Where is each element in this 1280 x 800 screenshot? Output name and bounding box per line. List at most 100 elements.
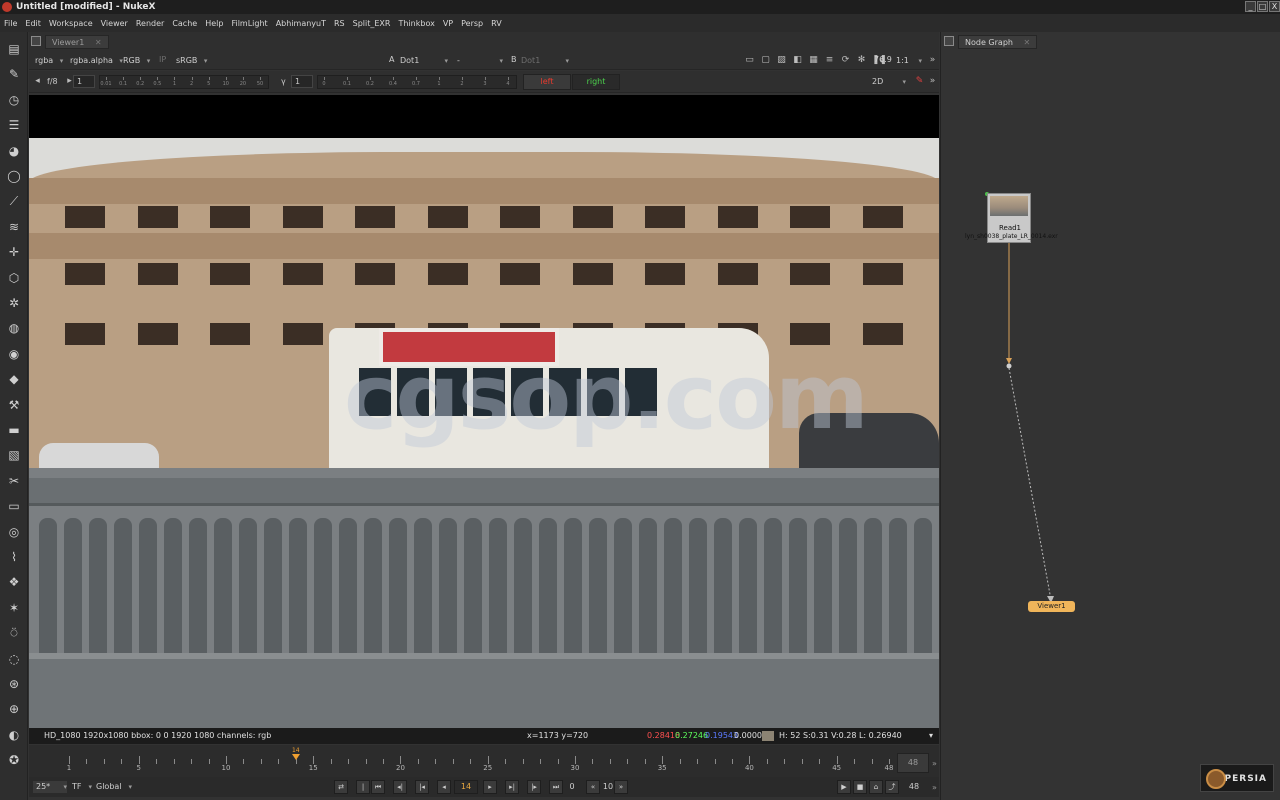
render-icon[interactable]: ≡: [824, 55, 835, 66]
right-eye-button[interactable]: right: [572, 74, 620, 90]
timeline[interactable]: 1 5 10 15 20 25 30 35 40 45 48 14 48 »: [29, 745, 939, 777]
expand-icon[interactable]: »: [927, 55, 938, 66]
merge-icon[interactable]: ≋: [5, 218, 23, 236]
expand-icon-2[interactable]: »: [927, 76, 938, 87]
close-button[interactable]: X: [1269, 1, 1280, 12]
next-keyframe-icon[interactable]: |▸: [527, 780, 541, 794]
display-select[interactable]: RGB: [123, 55, 151, 67]
draw-icon[interactable]: ✎: [5, 65, 23, 83]
b-input-select[interactable]: Dot1: [521, 55, 569, 67]
plugin-c-icon[interactable]: ⌇: [5, 548, 23, 566]
a-input-select[interactable]: Dot1: [400, 55, 448, 67]
increment-field[interactable]: 10: [601, 781, 615, 793]
plugin-f-icon[interactable]: ⍥: [5, 624, 23, 642]
minimize-button[interactable]: _: [1245, 1, 1256, 12]
timecode-select[interactable]: TF: [72, 781, 92, 793]
left-eye-button[interactable]: left: [523, 74, 571, 90]
fps-select[interactable]: 25*: [33, 781, 67, 793]
image-icon[interactable]: ▤: [5, 40, 23, 58]
views-icon[interactable]: ◉: [5, 345, 23, 363]
plugin-k-icon[interactable]: ✪: [5, 751, 23, 769]
channels-select[interactable]: rgba: [35, 55, 63, 67]
keyer-icon[interactable]: ⟋: [5, 192, 23, 210]
step-forward-icon[interactable]: »: [614, 780, 628, 794]
transform-icon[interactable]: ✛: [5, 243, 23, 261]
tab-viewer1[interactable]: Viewer1 ✕: [45, 35, 109, 49]
tab-node-graph[interactable]: Node Graph ✕: [958, 35, 1038, 49]
roi-icon[interactable]: ▭: [744, 55, 755, 66]
lock-icon[interactable]: ⌂: [869, 780, 883, 794]
ip-button[interactable]: IP: [159, 55, 166, 64]
plugin-b-icon[interactable]: ◎: [5, 523, 23, 541]
plugin-h-icon[interactable]: ⊛: [5, 675, 23, 693]
close-tab-icon-2[interactable]: ✕: [1024, 38, 1031, 47]
playhead-marker[interactable]: [291, 754, 300, 760]
first-frame-icon[interactable]: ⏮: [371, 780, 385, 794]
particles-icon[interactable]: ✲: [5, 294, 23, 312]
zoom-value[interactable]: 76.9: [874, 55, 892, 64]
channel-icon[interactable]: ☰: [5, 116, 23, 134]
timeline-expand-icon[interactable]: »: [932, 759, 937, 768]
deep-icon[interactable]: ◍: [5, 319, 23, 337]
in-point-icon[interactable]: |: [356, 780, 370, 794]
lut-select[interactable]: sRGB: [176, 55, 208, 67]
timeline-end-field[interactable]: 48: [897, 753, 929, 773]
panel-menu-icon[interactable]: [31, 36, 41, 46]
status-expand-icon[interactable]: ▾: [929, 728, 933, 744]
clipping-icon[interactable]: ◧: [792, 55, 803, 66]
safe-area-icon[interactable]: ▢: [760, 55, 771, 66]
stop-icon[interactable]: ■: [853, 780, 867, 794]
viewer-canvas[interactable]: cgsop.com: [29, 95, 939, 728]
furnace-icon[interactable]: ▧: [5, 446, 23, 464]
step-value[interactable]: 0: [567, 781, 577, 793]
view-mode-select[interactable]: 2D: [872, 76, 906, 88]
export-icon[interactable]: ⤴: [885, 780, 899, 794]
fstop-left-arrow-icon[interactable]: ◂: [32, 76, 43, 87]
ratio-select[interactable]: 1:1: [896, 55, 922, 67]
menu-render[interactable]: Render: [136, 19, 164, 28]
other-icon[interactable]: ▬: [5, 421, 23, 439]
step-back-icon[interactable]: «: [586, 780, 600, 794]
gain-input[interactable]: 1: [73, 75, 95, 88]
menu-cache[interactable]: Cache: [172, 19, 197, 28]
current-frame-field[interactable]: 14: [454, 780, 478, 794]
play-backward-icon[interactable]: ◂: [437, 780, 451, 794]
loop-mode-icon[interactable]: ⇄: [334, 780, 348, 794]
gamma-input[interactable]: 1: [291, 75, 313, 88]
filter-icon[interactable]: ◯: [5, 167, 23, 185]
end-frame-field[interactable]: 48: [903, 781, 925, 793]
menu-rv[interactable]: RV: [491, 19, 502, 28]
metadata-icon[interactable]: ◆: [5, 370, 23, 388]
timeline-ruler[interactable]: 1 5 10 15 20 25 30 35 40 45 48 14: [64, 747, 894, 772]
plugin-i-icon[interactable]: ⊕: [5, 700, 23, 718]
gear-icon[interactable]: ✻: [856, 55, 867, 66]
menu-persp[interactable]: Persp: [461, 19, 483, 28]
plugin-e-icon[interactable]: ✶: [5, 599, 23, 617]
menu-abhimanyut[interactable]: AbhimanyuT: [276, 19, 326, 28]
play-forward-icon[interactable]: ▸: [483, 780, 497, 794]
menu-workspace[interactable]: Workspace: [49, 19, 93, 28]
menu-help[interactable]: Help: [205, 19, 223, 28]
mask-icon[interactable]: ▨: [776, 55, 787, 66]
plugin-d-icon[interactable]: ❖: [5, 573, 23, 591]
prev-frame-icon[interactable]: |◂: [415, 780, 429, 794]
prev-keyframe-icon[interactable]: ◂|: [393, 780, 407, 794]
plugin-a-icon[interactable]: ▭: [5, 497, 23, 515]
gain-slider[interactable]: 0.01 0.1 0.2 0.5 1 2 5 10 20 50: [99, 75, 269, 89]
time-icon[interactable]: ◷: [5, 91, 23, 109]
viewer-node[interactable]: Viewer1: [1028, 601, 1075, 612]
menu-thinkbox[interactable]: Thinkbox: [398, 19, 434, 28]
alpha-select[interactable]: rgba.alpha: [70, 55, 123, 67]
gamma-slider[interactable]: 0 0.1 0.2 0.4 0.7 1 2 3 4: [317, 75, 517, 89]
paint-icon[interactable]: ✎: [914, 76, 925, 87]
fstop-label[interactable]: f/8: [47, 77, 58, 86]
menu-filmlight[interactable]: FilmLight: [231, 19, 267, 28]
proxy-icon[interactable]: ▦: [808, 55, 819, 66]
next-frame-icon[interactable]: ▸|: [505, 780, 519, 794]
menu-edit[interactable]: Edit: [25, 19, 41, 28]
range-select[interactable]: Global: [96, 781, 132, 793]
3d-icon[interactable]: ⬡: [5, 269, 23, 287]
color-icon[interactable]: ◕: [5, 142, 23, 160]
menu-split-exr[interactable]: Split_EXR: [353, 19, 391, 28]
ocula-icon[interactable]: ✂: [5, 472, 23, 490]
